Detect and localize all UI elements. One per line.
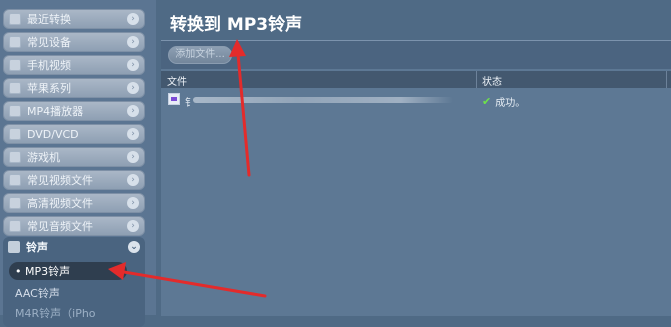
chevron-right-icon: ›: [127, 82, 139, 94]
sidebar-item-hd-video[interactable]: 高清视频文件 ›: [3, 193, 145, 213]
add-file-button[interactable]: 添加文件...: [168, 46, 232, 64]
sidebar-item-label: 苹果系列: [27, 82, 71, 95]
phone-icon: [9, 59, 21, 71]
status-cell: ✔ 成功。: [482, 94, 525, 109]
disc-icon: [9, 128, 21, 140]
sidebar-item-mp4[interactable]: MP4播放器 ›: [3, 101, 145, 121]
chevron-right-icon: ›: [127, 13, 139, 25]
sidebar-item-label: 最近转换: [27, 13, 71, 26]
chevron-right-icon: ›: [127, 59, 139, 71]
game-console-icon: [9, 151, 21, 163]
sidebar-item-common-audio[interactable]: 常见音频文件 ›: [3, 216, 145, 236]
sidebar-item-game[interactable]: 游戏机 ›: [3, 147, 145, 167]
ringtone-section-header[interactable]: 铃声 ⌄: [3, 237, 145, 257]
sidebar-item-devices[interactable]: 常见设备 ›: [3, 32, 145, 52]
apple-icon: [9, 82, 21, 94]
sidebar-item-common-video[interactable]: 常见视频文件 ›: [3, 170, 145, 190]
ringtone-section-label: 铃声: [26, 241, 48, 254]
sidebar-item-label: 常见设备: [27, 36, 71, 49]
chevron-right-icon: ›: [127, 174, 139, 186]
column-divider[interactable]: [666, 71, 667, 88]
sidebar-item-label: 常见音频文件: [27, 220, 93, 233]
sidebar-item-recent[interactable]: 最近转换 ›: [3, 9, 145, 29]
sidebar-item-label: 游戏机: [27, 151, 60, 164]
sidebar-item-dvd[interactable]: DVD/VCD ›: [3, 124, 145, 144]
audio-file-icon: [9, 220, 21, 232]
sidebar-item-apple[interactable]: 苹果系列 ›: [3, 78, 145, 98]
page-title: 转换到 MP3铃声: [170, 15, 303, 35]
chevron-right-icon: ›: [127, 128, 139, 140]
sidebar-subitem-aac-ringtone[interactable]: AAC铃声: [9, 284, 127, 302]
hd-video-icon: [9, 197, 21, 209]
chevron-right-icon: ›: [127, 36, 139, 48]
chevron-right-icon: ›: [127, 220, 139, 232]
status-text: 成功。: [495, 98, 526, 109]
recent-icon: [9, 13, 21, 25]
chevron-right-icon: ›: [127, 105, 139, 117]
video-file-icon: [168, 93, 180, 105]
mp4-player-icon: [9, 105, 21, 117]
column-header-status[interactable]: 状态: [482, 73, 502, 88]
ringtone-section: 铃声 ⌄ • MP3铃声 AAC铃声 M4R铃声（iPho: [3, 237, 145, 327]
redacted-filename: [193, 97, 453, 103]
table-header: 文件 状态: [161, 71, 671, 88]
column-header-file[interactable]: 文件: [167, 73, 187, 88]
chevron-right-icon: ›: [127, 151, 139, 163]
sidebar-item-label: 手机视频: [27, 59, 71, 72]
check-icon: ✔: [482, 95, 492, 108]
sidebar-item-label: DVD/VCD: [27, 127, 79, 141]
sidebar-item-phone[interactable]: 手机视频 ›: [3, 55, 145, 75]
column-divider[interactable]: [476, 71, 477, 88]
sidebar-item-label: 常见视频文件: [27, 174, 93, 187]
toolbar: 添加文件...: [161, 41, 671, 69]
sidebar-subitem-mp3-ringtone[interactable]: • MP3铃声: [9, 262, 127, 280]
sidebar: 最近转换 › 常见设备 › 手机视频 › 苹果系列 › MP4播放器 › DVD…: [0, 0, 156, 327]
sidebar-subitem-m4r-ringtone[interactable]: M4R铃声（iPho: [9, 304, 127, 322]
video-file-icon: [9, 174, 21, 186]
device-icon: [9, 36, 21, 48]
ringtone-icon: [8, 241, 20, 253]
chevron-down-icon: ⌄: [128, 241, 140, 253]
sidebar-item-label: 高清视频文件: [27, 197, 93, 210]
chevron-right-icon: ›: [127, 197, 139, 209]
main-panel: 添加文件... 文件 状态 钅 ✔ 成功。: [161, 40, 671, 316]
sidebar-item-label: MP4播放器: [27, 105, 84, 118]
table-row[interactable]: 钅 ✔ 成功。: [161, 90, 671, 110]
